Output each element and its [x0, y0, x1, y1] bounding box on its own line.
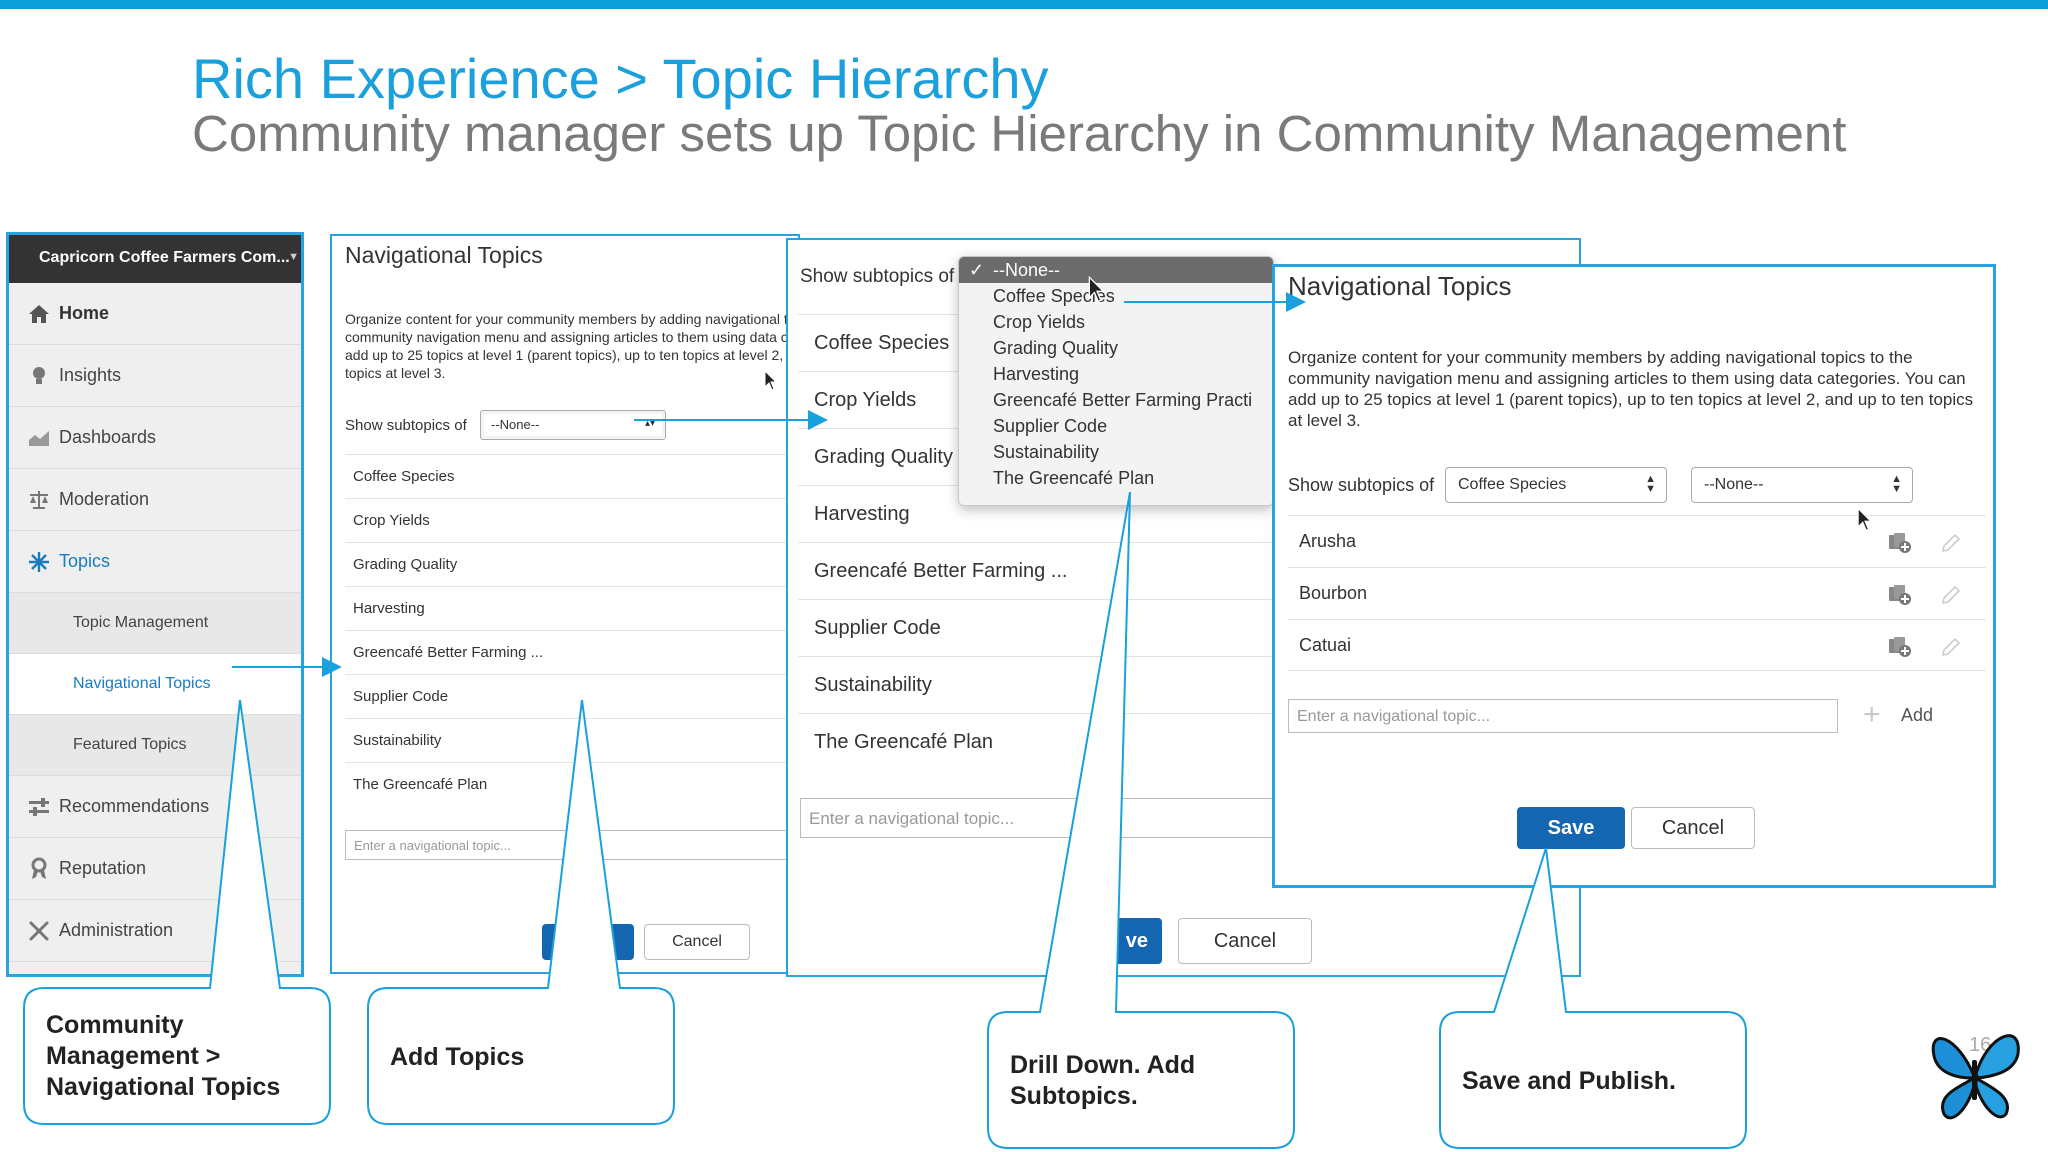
callout-bubble [1439, 847, 1747, 1149]
callout-community-management: Community Management > Navigational Topi… [46, 1011, 281, 1101]
callout-bubbles [23, 491, 1747, 1149]
butterfly-logo-icon [1931, 1034, 2020, 1120]
callout-drill-down: Drill Down. Add Subtopics. [1010, 1051, 1196, 1110]
callout-save-publish: Save and Publish. [1462, 1067, 1676, 1095]
callout-add-topics: Add Topics [390, 1043, 525, 1071]
